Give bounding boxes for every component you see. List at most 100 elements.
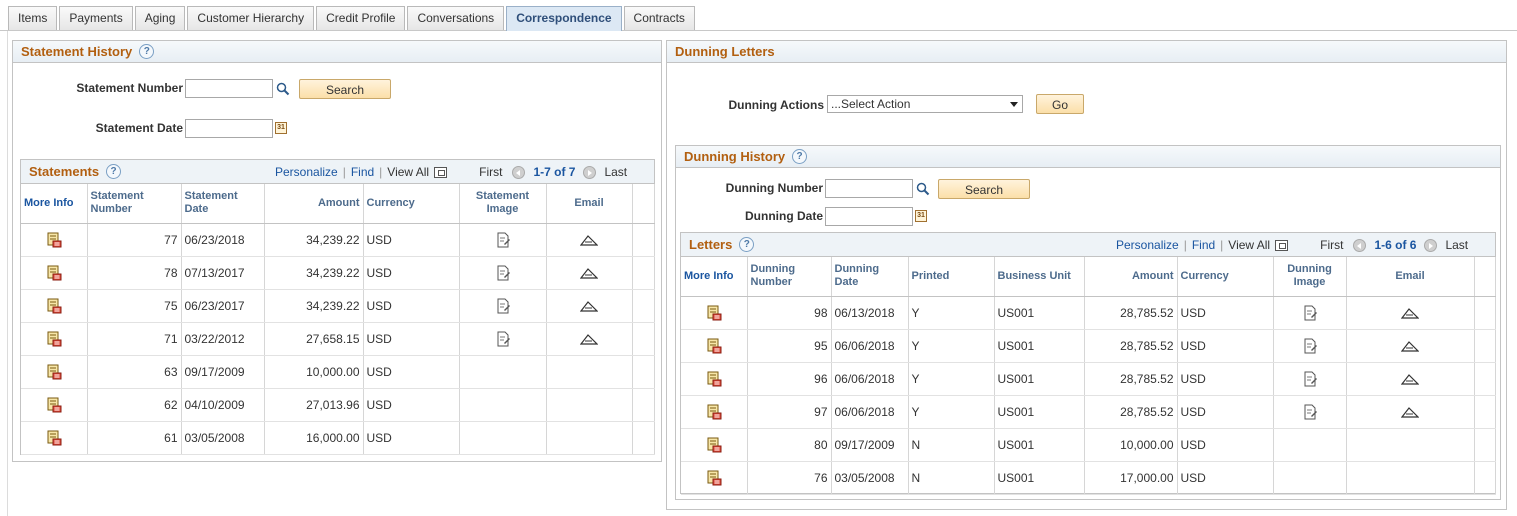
view-grid-icon[interactable] xyxy=(434,166,448,178)
email-cell[interactable] xyxy=(1346,296,1475,330)
column-header[interactable]: More Info xyxy=(681,257,748,297)
more-info-icon[interactable] xyxy=(706,371,722,387)
dunning-number-input[interactable] xyxy=(825,179,913,198)
statement-image-cell[interactable] xyxy=(459,223,547,257)
tab-conversations[interactable]: Conversations xyxy=(407,6,505,30)
next-arrow-icon[interactable] xyxy=(583,165,597,179)
tab-customer-hierarchy[interactable]: Customer Hierarchy xyxy=(187,6,315,30)
last-label[interactable]: Last xyxy=(604,165,627,179)
document-image-icon[interactable] xyxy=(495,232,511,248)
tab-payments[interactable]: Payments xyxy=(59,6,133,30)
document-image-icon[interactable] xyxy=(495,265,511,281)
more-info-icon[interactable] xyxy=(46,397,62,413)
more-info-cell[interactable] xyxy=(21,256,88,290)
more-info-icon[interactable] xyxy=(706,404,722,420)
dunning-image-cell[interactable] xyxy=(1273,395,1347,429)
email-cell[interactable] xyxy=(1346,329,1475,363)
help-icon[interactable]: ? xyxy=(139,44,155,59)
more-info-cell[interactable] xyxy=(21,421,88,455)
email-icon[interactable] xyxy=(1401,406,1419,418)
more-info-icon[interactable] xyxy=(46,298,62,314)
more-info-icon[interactable] xyxy=(46,364,62,380)
help-icon[interactable]: ? xyxy=(792,149,808,164)
more-info-cell[interactable] xyxy=(681,329,748,363)
more-info-icon[interactable] xyxy=(46,430,62,446)
column-header[interactable]: Email xyxy=(1346,257,1475,297)
more-info-cell[interactable] xyxy=(681,461,748,495)
help-icon[interactable]: ? xyxy=(106,164,122,179)
document-image-icon[interactable] xyxy=(495,331,511,347)
more-info-icon[interactable] xyxy=(706,305,722,321)
search-lookup-icon[interactable] xyxy=(916,182,930,196)
search-lookup-icon[interactable] xyxy=(276,82,290,96)
calendar-icon[interactable]: 31 xyxy=(915,210,927,222)
statement-image-cell[interactable] xyxy=(459,289,547,323)
find-link[interactable]: Find xyxy=(1192,238,1215,252)
personalize-link[interactable]: Personalize xyxy=(1116,238,1179,252)
statement-number-input[interactable] xyxy=(185,79,273,98)
more-info-icon[interactable] xyxy=(46,331,62,347)
more-info-cell[interactable] xyxy=(681,428,748,462)
more-info-cell[interactable] xyxy=(21,289,88,323)
email-cell[interactable] xyxy=(1346,395,1475,429)
email-cell[interactable] xyxy=(546,322,633,356)
more-info-icon[interactable] xyxy=(706,470,722,486)
dunning-image-cell[interactable] xyxy=(1273,296,1347,330)
more-info-cell[interactable] xyxy=(21,322,88,356)
view-all-link[interactable]: View All xyxy=(387,165,429,179)
find-link[interactable]: Find xyxy=(351,165,374,179)
more-info-cell[interactable] xyxy=(681,395,748,429)
email-icon[interactable] xyxy=(580,234,598,246)
personalize-link[interactable]: Personalize xyxy=(275,165,338,179)
email-cell[interactable] xyxy=(546,289,633,323)
column-header[interactable]: Currency xyxy=(1177,257,1274,297)
column-header[interactable]: Dunning Date xyxy=(831,257,909,297)
last-label[interactable]: Last xyxy=(1445,238,1468,252)
email-icon[interactable] xyxy=(580,333,598,345)
tab-contracts[interactable]: Contracts xyxy=(623,6,695,30)
more-info-cell[interactable] xyxy=(21,223,88,257)
document-image-icon[interactable] xyxy=(1302,338,1318,354)
column-header[interactable]: Statement Image xyxy=(459,184,547,224)
previous-arrow-icon[interactable] xyxy=(512,165,526,179)
email-icon[interactable] xyxy=(580,267,598,279)
tab-aging[interactable]: Aging xyxy=(134,6,186,30)
column-header[interactable]: Statement Number xyxy=(87,184,182,224)
document-image-icon[interactable] xyxy=(1302,404,1318,420)
view-all-link[interactable]: View All xyxy=(1228,238,1270,252)
next-arrow-icon[interactable] xyxy=(1424,238,1438,252)
email-cell[interactable] xyxy=(1346,362,1475,396)
dunning-actions-select[interactable]: ...Select Action xyxy=(827,95,1023,113)
more-info-icon[interactable] xyxy=(706,437,722,453)
column-header[interactable]: Dunning Number xyxy=(747,257,832,297)
first-label[interactable]: First xyxy=(479,165,502,179)
email-cell[interactable] xyxy=(546,256,633,290)
column-header[interactable]: Statement Date xyxy=(181,184,265,224)
more-info-icon[interactable] xyxy=(706,338,722,354)
calendar-icon[interactable]: 31 xyxy=(275,122,287,134)
statement-image-cell[interactable] xyxy=(459,256,547,290)
column-header[interactable]: More Info xyxy=(21,184,88,224)
column-header[interactable]: Printed xyxy=(908,257,995,297)
column-header[interactable]: Business Unit xyxy=(994,257,1085,297)
email-icon[interactable] xyxy=(1401,373,1419,385)
statement-search-button[interactable]: Search xyxy=(299,79,391,99)
email-icon[interactable] xyxy=(1401,307,1419,319)
dunning-image-cell[interactable] xyxy=(1273,362,1347,396)
email-cell[interactable] xyxy=(546,223,633,257)
more-info-cell[interactable] xyxy=(681,296,748,330)
more-info-icon[interactable] xyxy=(46,265,62,281)
dunning-image-cell[interactable] xyxy=(1273,329,1347,363)
document-image-icon[interactable] xyxy=(1302,305,1318,321)
document-image-icon[interactable] xyxy=(1302,371,1318,387)
statement-image-cell[interactable] xyxy=(459,322,547,356)
more-info-cell[interactable] xyxy=(21,355,88,389)
column-header[interactable]: Amount xyxy=(264,184,364,224)
document-image-icon[interactable] xyxy=(495,298,511,314)
email-icon[interactable] xyxy=(580,300,598,312)
view-grid-icon[interactable] xyxy=(1275,239,1289,251)
go-button[interactable]: Go xyxy=(1036,94,1084,114)
help-icon[interactable]: ? xyxy=(739,237,755,252)
dunning-search-button[interactable]: Search xyxy=(938,179,1030,199)
tab-correspondence[interactable]: Correspondence xyxy=(506,6,622,31)
